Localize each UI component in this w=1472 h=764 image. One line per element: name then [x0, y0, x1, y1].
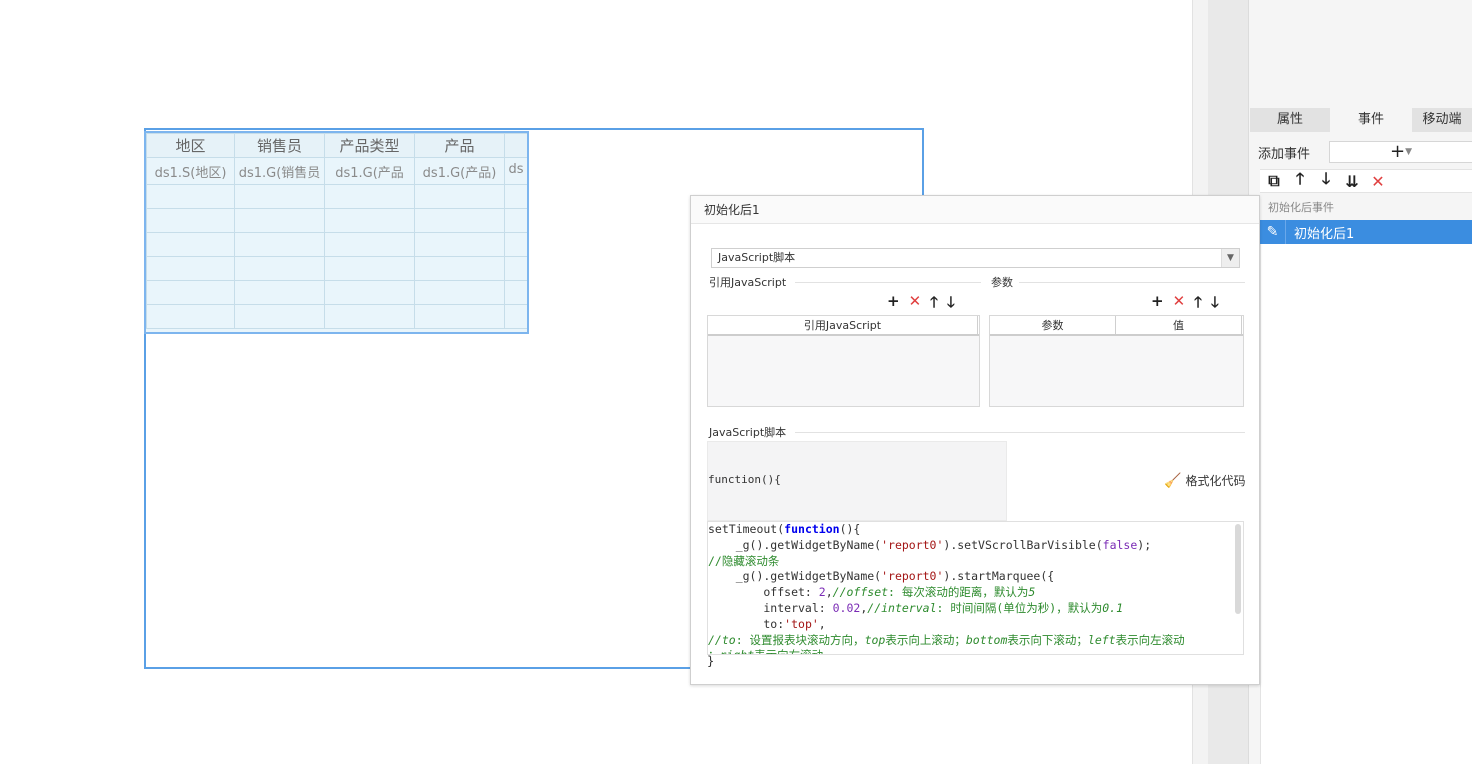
empty-cell[interactable]: [146, 232, 235, 257]
script-section-label: JavaScript脚本: [709, 426, 787, 439]
binding-cell-product[interactable]: ds1.G(产品): [414, 157, 505, 185]
empty-cell[interactable]: [324, 304, 415, 329]
params-table-header: 参数 值: [990, 316, 1243, 336]
tab-events[interactable]: 事件: [1330, 108, 1412, 132]
dropdown-caret-icon: ▼: [1405, 147, 1412, 157]
empty-cell[interactable]: [414, 304, 505, 329]
copy-icon[interactable]: ⧉: [1264, 171, 1284, 191]
delete-icon[interactable]: ✕: [909, 292, 922, 317]
pencil-icon[interactable]: ✎: [1260, 220, 1286, 244]
binding-cell-product-type[interactable]: ds1.G(产品: [324, 157, 415, 185]
format-code-button[interactable]: 🧹 格式化代码: [1164, 472, 1245, 489]
empty-cell[interactable]: [504, 304, 527, 329]
dialog-title: 初始化后1: [691, 196, 1259, 224]
header-cell-extra[interactable]: [504, 133, 527, 158]
empty-cell[interactable]: [234, 232, 325, 257]
function-header-area: function(){: [707, 441, 1007, 521]
empty-cell[interactable]: [504, 232, 527, 257]
empty-cell[interactable]: [504, 184, 527, 209]
script-type-value: JavaScript脚本: [718, 251, 796, 264]
params-toolbar: + ✕ 🡑 🡓: [1151, 292, 1219, 317]
add-icon[interactable]: +: [1151, 292, 1164, 317]
broom-icon: 🧹: [1164, 472, 1182, 489]
tab-mobile[interactable]: 移动端: [1412, 108, 1472, 132]
empty-cell[interactable]: [146, 280, 235, 305]
empty-cell[interactable]: [324, 184, 415, 209]
params-table[interactable]: 参数 值: [989, 315, 1244, 407]
empty-cell[interactable]: [324, 232, 415, 257]
binding-cell-salesperson[interactable]: ds1.G(销售员: [234, 157, 325, 185]
ref-js-section-label: 引用JavaScript: [709, 276, 787, 289]
move-down-icon[interactable]: 🡓: [1316, 169, 1336, 191]
event-list-item[interactable]: ✎ 初始化后1: [1260, 220, 1472, 244]
empty-cell[interactable]: [146, 304, 235, 329]
format-code-label: 格式化代码: [1185, 474, 1246, 488]
function-header: function(){: [708, 473, 781, 486]
event-item-label: 初始化后1: [1294, 226, 1355, 242]
empty-cell[interactable]: [414, 232, 505, 257]
plus-icon: +: [1389, 141, 1406, 162]
empty-cell[interactable]: [146, 184, 235, 209]
section-divider: [795, 282, 981, 283]
add-event-label: 添加事件: [1258, 147, 1311, 162]
chevron-down-icon[interactable]: ▼: [1221, 249, 1239, 267]
event-list-area: [1260, 244, 1472, 764]
column-header-param[interactable]: 参数: [990, 316, 1116, 334]
params-section-label: 参数: [991, 276, 1013, 289]
event-toolbar: ⧉ 🡑 🡓 ⇊ ✕: [1260, 169, 1472, 193]
empty-cell[interactable]: [146, 208, 235, 233]
script-type-select[interactable]: JavaScript脚本 ▼: [711, 248, 1240, 268]
delete-icon[interactable]: ✕: [1173, 292, 1186, 317]
empty-cell[interactable]: [504, 256, 527, 281]
ref-js-table[interactable]: 引用JavaScript: [707, 315, 980, 407]
event-editor-dialog: 初始化后1 JavaScript脚本 ▼ 引用JavaScript + ✕ 🡑 …: [690, 195, 1260, 685]
header-cell-product[interactable]: 产品: [414, 133, 505, 158]
empty-cell[interactable]: [234, 304, 325, 329]
column-header-value[interactable]: 值: [1116, 316, 1242, 334]
empty-cell[interactable]: [324, 208, 415, 233]
move-bottom-icon[interactable]: ⇊: [1342, 171, 1362, 191]
empty-cell[interactable]: [234, 280, 325, 305]
empty-cell[interactable]: [414, 208, 505, 233]
empty-cell[interactable]: [414, 256, 505, 281]
panel-tabs: 属性 事件 移动端: [1250, 108, 1472, 132]
section-divider: [795, 432, 1245, 433]
empty-cell[interactable]: [504, 280, 527, 305]
ref-js-toolbar: + ✕ 🡑 🡓: [887, 292, 955, 317]
move-down-icon[interactable]: 🡓: [1211, 292, 1219, 317]
header-cell-region[interactable]: 地区: [146, 133, 235, 158]
tab-properties[interactable]: 属性: [1250, 108, 1330, 132]
empty-cell[interactable]: [414, 280, 505, 305]
empty-cell[interactable]: [504, 208, 527, 233]
delete-icon[interactable]: ✕: [1368, 171, 1388, 191]
column-header-ref-js[interactable]: 引用JavaScript: [708, 316, 978, 334]
add-icon[interactable]: +: [887, 292, 900, 317]
empty-cell[interactable]: [234, 184, 325, 209]
empty-cell[interactable]: [324, 256, 415, 281]
editor-scrollbar[interactable]: [1235, 524, 1241, 614]
move-up-icon[interactable]: 🡑: [1194, 292, 1202, 317]
section-divider: [1019, 282, 1245, 283]
empty-cell[interactable]: [234, 256, 325, 281]
event-group-label: 初始化后事件: [1268, 201, 1334, 214]
function-footer: }: [707, 654, 715, 668]
header-cell-salesperson[interactable]: 销售员: [234, 133, 325, 158]
move-down-icon[interactable]: 🡓: [947, 292, 955, 317]
binding-cell-extra[interactable]: ds: [504, 157, 527, 185]
add-event-button[interactable]: +▼: [1329, 141, 1472, 163]
binding-cell-region[interactable]: ds1.S(地区): [146, 157, 235, 185]
empty-cell[interactable]: [146, 256, 235, 281]
report-table[interactable]: 地区 销售员 产品类型 产品 ds1.S(地区) ds1.G(销售员 ds1.G…: [144, 131, 529, 334]
empty-cell[interactable]: [234, 208, 325, 233]
script-editor[interactable]: setTimeout(function(){ _g().getWidgetByN…: [707, 521, 1244, 655]
empty-cell[interactable]: [414, 184, 505, 209]
header-cell-product-type[interactable]: 产品类型: [324, 133, 415, 158]
move-up-icon[interactable]: 🡑: [930, 292, 938, 317]
move-up-icon[interactable]: 🡑: [1290, 169, 1310, 191]
script-code[interactable]: setTimeout(function(){ _g().getWidgetByN…: [708, 522, 1243, 654]
ref-js-table-header: 引用JavaScript: [708, 316, 979, 336]
empty-cell[interactable]: [324, 280, 415, 305]
